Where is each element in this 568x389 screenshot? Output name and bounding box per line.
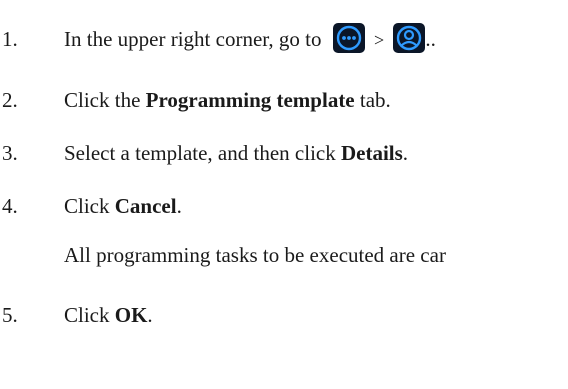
ui-term-cancel: Cancel	[114, 194, 177, 218]
step-text-after: .	[402, 141, 409, 165]
step-text-before: Click	[64, 194, 115, 218]
step-text-before: Click	[64, 303, 115, 327]
step-number: 2.	[2, 88, 18, 112]
step-text-after: .	[147, 303, 153, 327]
step-text-before: Select a template, and then click	[64, 141, 341, 165]
breadcrumb-separator: >	[374, 30, 385, 50]
more-options-icon	[332, 23, 365, 54]
step-text: Click Cancel.	[64, 191, 182, 221]
ui-term-programming-template: Programming template	[145, 88, 355, 112]
step-text: Click OK.	[64, 300, 153, 330]
step-number: 4.	[2, 194, 18, 218]
user-account-icon	[393, 23, 426, 54]
step-text: In the upper right corner, go to	[64, 27, 322, 51]
ui-term-details: Details	[340, 141, 403, 165]
step-text: Click the Programming template tab.	[64, 85, 391, 115]
step-text-end: ..	[425, 27, 436, 51]
ui-term-ok: OK	[114, 303, 148, 327]
step-text-after: .	[176, 194, 182, 218]
step-number: 5.	[2, 303, 18, 327]
step-text: Select a template, and then click Detail…	[64, 138, 408, 168]
step-text-after: tab.	[354, 88, 391, 112]
step-number: 1.	[2, 27, 18, 51]
step-number: 3.	[2, 141, 18, 165]
step-text-before: Click the	[64, 88, 146, 112]
step-4-note: All programming tasks to be executed are…	[64, 243, 446, 267]
